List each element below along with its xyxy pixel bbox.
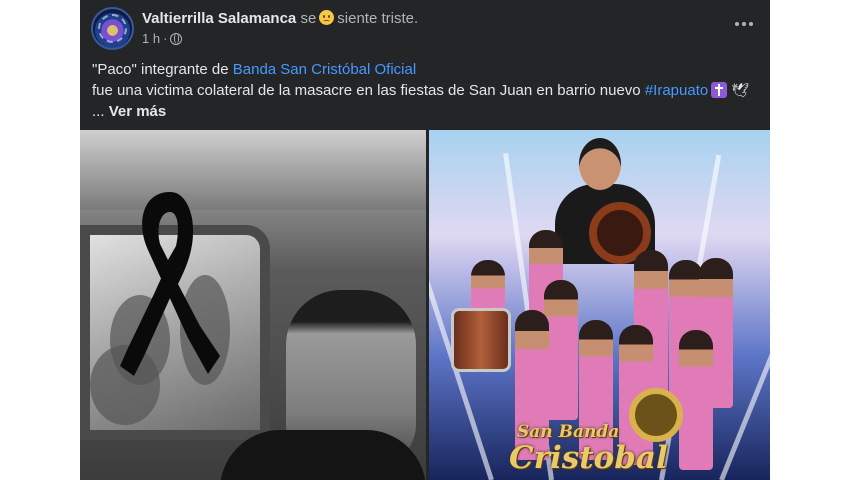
feeling-prefix: se xyxy=(300,10,317,27)
post-text-line-2: fue una victima colateral de la masacre … xyxy=(92,80,764,101)
post-timestamp[interactable]: 1 h xyxy=(142,31,160,46)
feeling-text: siente triste. xyxy=(337,10,419,27)
post-header: Valtierrilla Salamanca se siente triste. xyxy=(142,10,418,28)
post-text: "Paco" integrante de Banda San Cristóbal… xyxy=(92,59,764,122)
see-more-link[interactable]: Ver más xyxy=(109,103,167,120)
more-options-icon[interactable] xyxy=(735,22,753,28)
singer-head xyxy=(579,138,621,190)
band-logo-text: San Banda Cristobal xyxy=(509,422,699,474)
post-meta: 1 h · xyxy=(142,31,183,46)
cross-icon xyxy=(711,82,728,98)
author-avatar[interactable] xyxy=(91,7,134,50)
band-logo-line-1: San Banda xyxy=(517,422,620,442)
hashtag-link[interactable]: #Irapuato xyxy=(645,82,708,99)
text-body: fue una victima colateral de la masacre … xyxy=(92,82,641,99)
mention-link[interactable]: Banda San Cristóbal Oficial xyxy=(233,61,416,78)
band-poster-photo[interactable]: San Banda Cristobal xyxy=(429,130,770,480)
see-more-ellipsis: ... xyxy=(92,103,105,120)
post-text-line-1: "Paco" integrante de Banda San Cristóbal… xyxy=(92,59,764,80)
author-name[interactable]: Valtierrilla Salamanca xyxy=(142,10,296,27)
text-prefix: "Paco" integrante de xyxy=(92,61,229,78)
meta-separator: · xyxy=(163,31,168,46)
memorial-photo[interactable] xyxy=(80,130,426,480)
post-text-line-3: ... Ver más xyxy=(92,101,764,122)
globe-icon[interactable] xyxy=(170,32,183,45)
person-shirt xyxy=(220,430,426,480)
facebook-post: Valtierrilla Salamanca se siente triste. … xyxy=(80,0,770,480)
bass-drum xyxy=(451,308,511,372)
mourning-ribbon-icon xyxy=(120,192,220,376)
dove-icon: 🕊 xyxy=(731,82,749,98)
sad-face-icon xyxy=(319,10,335,25)
band-logo-line-2: Cristobal xyxy=(509,440,668,476)
